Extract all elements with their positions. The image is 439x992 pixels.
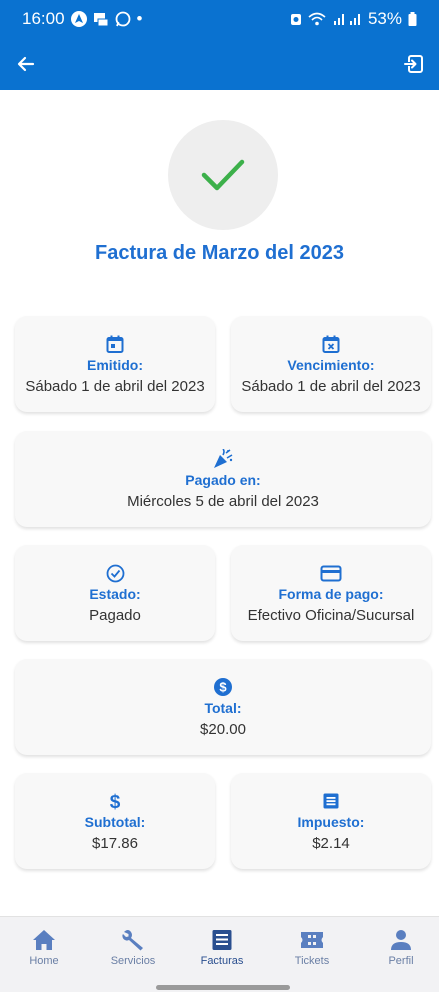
emitido-label: Emitido: — [87, 357, 143, 373]
estado-value: Pagado — [89, 607, 141, 624]
wifi-icon — [308, 12, 326, 26]
impuesto-value: $2.14 — [312, 835, 350, 852]
success-badge — [168, 120, 278, 230]
status-left: 16:00 • — [22, 9, 143, 29]
signal-icon — [333, 14, 360, 25]
forma-pago-value: Efectivo Oficina/Sucursal — [247, 607, 415, 624]
forma-pago-card: Forma de pago: Efectivo Oficina/Sucursal — [231, 545, 431, 641]
vencimiento-card: Vencimiento: Sábado 1 de abril del 2023 — [231, 316, 431, 412]
dollar-icon: $ — [110, 792, 121, 811]
calendar-icon — [106, 335, 124, 353]
nav-item-tickets[interactable]: Tickets — [272, 929, 352, 967]
subtotal-label: Subtotal: — [84, 814, 146, 830]
total-value: $20.00 — [200, 721, 246, 738]
nav-label-servicios: Servicios — [110, 955, 156, 967]
page-title: Factura de Marzo del 2023 — [95, 242, 344, 264]
emitido-value: Sábado 1 de abril del 2023 — [25, 378, 205, 395]
ticket-icon — [301, 932, 323, 948]
person-icon — [391, 930, 411, 950]
status-bar: 16:00 • 53% — [0, 0, 439, 38]
nav-label-facturas: Facturas — [200, 955, 244, 967]
vencimiento-label: Vencimiento: — [287, 357, 375, 373]
nav-item-home[interactable]: Home — [4, 929, 84, 967]
nav-label-perfil: Perfil — [388, 955, 414, 967]
forma-pago-label: Forma de pago: — [278, 586, 384, 602]
pagado-en-value: Miércoles 5 de abril del 2023 — [127, 493, 319, 510]
exit-icon — [404, 55, 423, 73]
check-circle-icon — [106, 564, 124, 582]
bottom-navigation: Home Servicios Facturas Tickets Perfil — [0, 916, 439, 992]
subtotal-card: $ Subtotal: $17.86 — [15, 773, 215, 869]
estado-card: Estado: Pagado — [15, 545, 215, 641]
credit-card-icon — [320, 565, 342, 581]
estado-label: Estado: — [89, 586, 141, 602]
total-card: $ Total: $20.00 — [15, 659, 431, 755]
battery-icon — [408, 12, 417, 26]
party-popper-icon — [214, 449, 233, 468]
pagado-en-card: Pagado en: Miércoles 5 de abril del 2023 — [15, 431, 431, 527]
status-dot: • — [136, 9, 143, 28]
subtotal-value: $17.86 — [92, 835, 138, 852]
alarm-icon — [290, 14, 301, 25]
dollar-circle-icon: $ — [214, 678, 232, 696]
navigation-app-icon — [70, 11, 87, 27]
invoice-icon — [212, 930, 232, 950]
back-button[interactable] — [16, 54, 36, 74]
nav-item-perfil[interactable]: Perfil — [361, 929, 439, 967]
home-indicator[interactable] — [156, 985, 290, 990]
status-right: 53% — [290, 9, 417, 29]
svg-text:$: $ — [219, 680, 227, 695]
svg-text:$: $ — [110, 792, 121, 811]
checkmark-icon — [201, 159, 245, 191]
battery-percent: 53% — [367, 9, 402, 28]
nav-label-home: Home — [29, 955, 59, 967]
arrow-left-icon — [17, 56, 35, 72]
total-label: Total: — [204, 700, 242, 716]
nav-label-tickets: Tickets — [294, 955, 330, 967]
pagado-en-label: Pagado en: — [185, 472, 261, 488]
nav-item-servicios[interactable]: Servicios — [93, 929, 173, 967]
receipt-icon — [323, 793, 339, 809]
home-icon — [33, 930, 55, 950]
app-bar — [0, 38, 439, 90]
impuesto-card: Impuesto: $2.14 — [231, 773, 431, 869]
impuesto-label: Impuesto: — [297, 814, 365, 830]
wrench-icon — [122, 930, 143, 951]
screen-cast-icon — [93, 13, 109, 27]
whatsapp-icon — [115, 11, 130, 27]
emitido-card: Emitido: Sábado 1 de abril del 2023 — [15, 316, 215, 412]
logout-button[interactable] — [403, 53, 425, 75]
calendar-x-icon — [322, 335, 340, 353]
nav-item-facturas[interactable]: Facturas — [182, 929, 262, 967]
vencimiento-value: Sábado 1 de abril del 2023 — [241, 378, 421, 395]
status-time: 16:00 — [22, 9, 65, 28]
